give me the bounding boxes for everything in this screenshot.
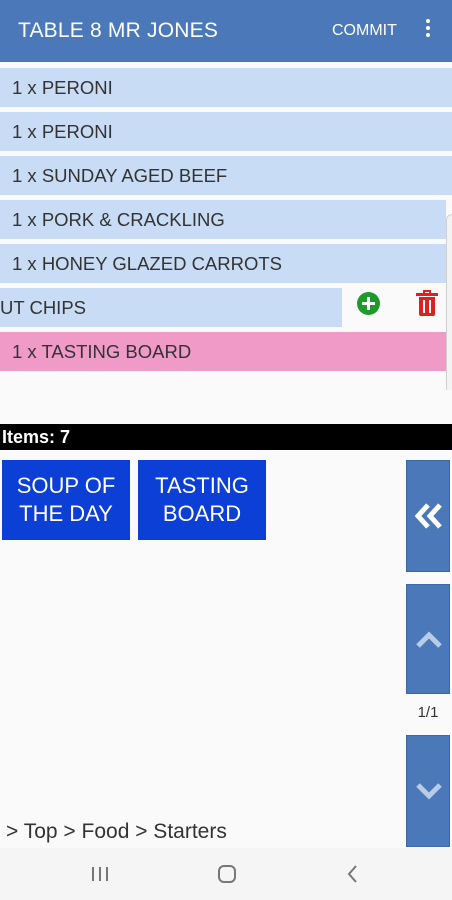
order-item[interactable]: 1 x SUNDAY AGED BEEF (0, 156, 452, 195)
order-item[interactable]: 1 x PERONI (0, 112, 452, 151)
list-scrollbar[interactable] (446, 214, 452, 390)
menu-button-label: TASTING (155, 473, 249, 498)
home-icon[interactable] (216, 863, 238, 885)
order-item-selected[interactable]: 1 x TASTING BOARD (0, 332, 446, 371)
back-button[interactable] (406, 460, 450, 572)
recent-apps-icon[interactable] (90, 864, 110, 884)
order-item[interactable]: 1 x HONEY GLAZED CARROTS (0, 244, 446, 283)
menu-button-tasting-board[interactable]: TASTING BOARD (138, 460, 266, 540)
breadcrumb[interactable]: > Top > Food > Starters (6, 820, 227, 844)
order-item[interactable]: 1 x PERONI (0, 68, 452, 107)
menu-button-soup-of-the-day[interactable]: SOUP OF THE DAY (2, 460, 130, 540)
chevron-down-icon (416, 783, 442, 800)
more-vert-icon[interactable] (420, 16, 436, 44)
menu-button-label: THE DAY (19, 501, 113, 526)
back-nav-icon[interactable] (345, 863, 361, 885)
page-up-button[interactable] (406, 584, 450, 694)
menu-button-label: BOARD (162, 501, 242, 526)
table-title: TABLE 8 MR JONES (18, 19, 219, 42)
items-count: Items: 7 (0, 424, 452, 450)
commit-button[interactable]: COMMIT (332, 22, 397, 40)
system-nav-bar (0, 848, 452, 900)
app-bar: TABLE 8 MR JONES COMMIT (0, 0, 452, 62)
page-down-button[interactable] (406, 735, 450, 847)
page-indicator: 1/1 (417, 704, 439, 721)
add-circle-icon[interactable] (357, 292, 380, 315)
order-item-swiped[interactable]: UT CHIPS (0, 288, 342, 327)
double-chevron-left-icon (415, 503, 442, 529)
order-item[interactable]: 1 x PORK & CRACKLING (0, 200, 446, 239)
trash-icon[interactable] (416, 290, 438, 316)
chevron-up-icon (416, 631, 442, 648)
menu-button-label: SOUP OF (16, 473, 116, 498)
